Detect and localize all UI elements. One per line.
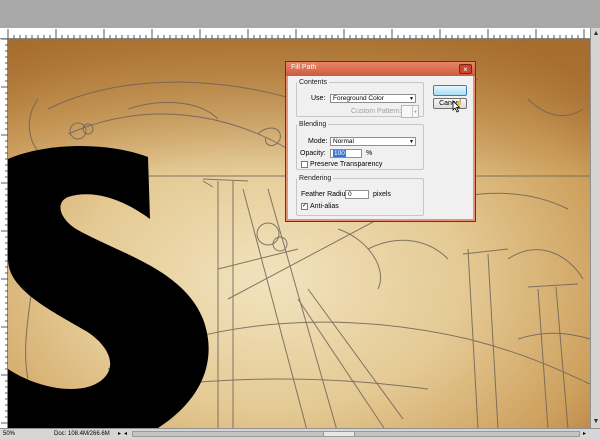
use-label: Use: [311,95,326,102]
anti-alias-label: Anti-alias [310,203,339,210]
ruler-ticks [7,29,585,39]
dialog-body: Contents Use: Foreground Color ▼ Custom … [288,76,473,219]
rendering-legend: Rendering [299,175,332,182]
application-bar [0,0,600,28]
opacity-label: Opacity: [300,150,326,157]
horizontal-ruler[interactable] [0,28,600,39]
opacity-value: 100 [333,150,346,157]
feather-radius-input[interactable]: 0 [345,190,369,199]
doc-info: Doc: 108.4M/266.6M [54,431,110,437]
scroll-thumb[interactable] [323,432,355,436]
use-select[interactable]: Foreground Color ▼ [330,94,416,103]
custom-pattern-label: Custom Pattern: [351,108,402,115]
pointer-cursor-icon [452,100,462,113]
feather-radius-label: Feather Radius: [301,191,351,198]
preserve-transparency-label: Preserve Transparency [310,161,383,168]
mode-value: Normal [333,138,354,145]
opacity-unit: % [366,150,373,157]
ok-button[interactable] [433,85,467,96]
anti-alias-checkbox[interactable]: ✓ [301,203,308,210]
arrow-left-icon[interactable]: ◂ [124,429,127,439]
dialog-title: Fill Path [291,64,317,71]
fill-path-dialog: Fill Path × Contents Use: Foreground Col… [285,61,476,222]
arrow-up-icon[interactable]: ▲ [592,29,600,38]
status-menu-arrow-icon[interactable]: ▸ [118,429,121,439]
checkmark-icon: ✓ [302,203,308,209]
opacity-input[interactable]: 100 [330,149,362,158]
use-value: Foreground Color [333,95,384,102]
mode-select[interactable]: Normal ▼ [330,137,416,146]
arrow-right-icon[interactable]: ▸ [583,429,586,439]
custom-pattern-picker[interactable]: ▼ [401,105,419,118]
zoom-level[interactable]: 50% [3,429,15,439]
contents-legend: Contents [299,79,328,86]
arrow-down-icon[interactable]: ▼ [592,417,600,426]
feather-radius-value: 0 [348,191,352,198]
chevron-down-icon: ▼ [409,139,414,145]
status-bar: 50% Doc: 108.4M/266.6M ▸ ◂ ▸ [0,428,600,439]
blending-legend: Blending [299,121,327,128]
feather-radius-unit: pixels [373,191,391,198]
chevron-down-icon: ▼ [412,106,418,117]
preserve-transparency-checkbox[interactable] [301,161,308,168]
vertical-scrollbar[interactable]: ▲ ▼ [590,28,600,428]
mode-label: Mode: [308,138,328,145]
close-icon[interactable]: × [459,64,472,74]
dialog-title-bar[interactable]: Fill Path × [286,62,475,76]
ruler-ticks-vertical [1,38,8,424]
vertical-ruler[interactable] [0,38,8,428]
chevron-down-icon: ▼ [409,96,414,102]
horizontal-scrollbar[interactable] [132,431,580,437]
